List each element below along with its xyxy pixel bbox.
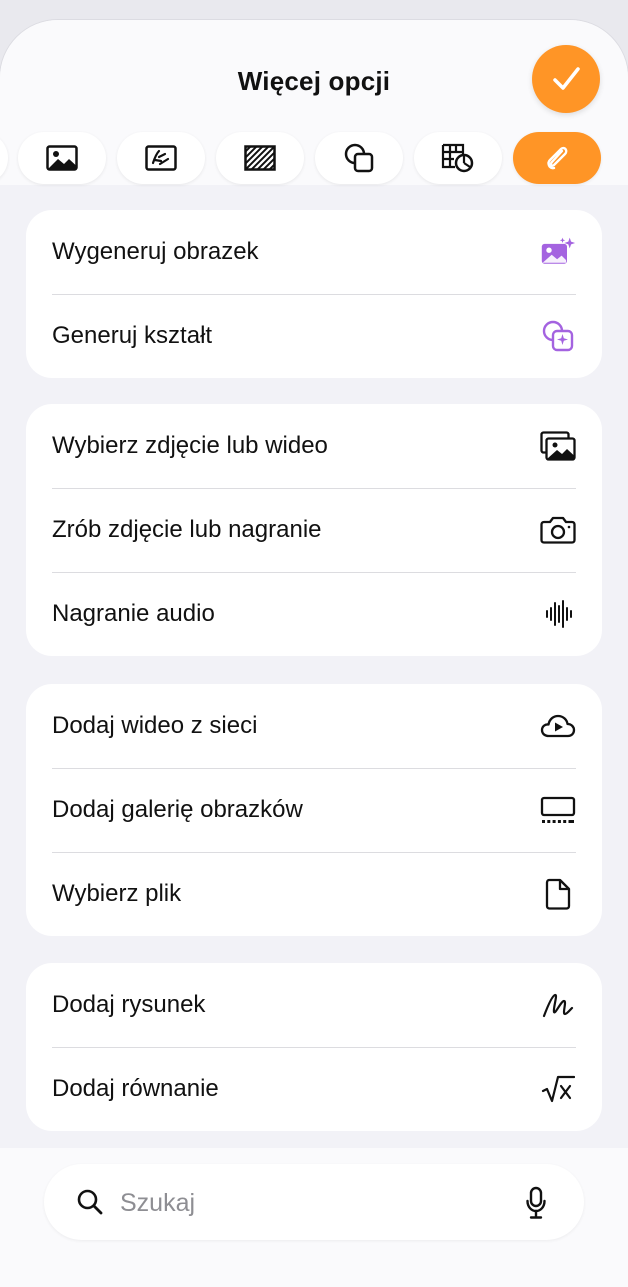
camera-icon [540,512,576,548]
square-root-icon [540,1071,576,1107]
row-label: Dodaj galerię obrazków [52,796,303,823]
row-label: Zrób zdjęcie lub nagranie [52,516,322,543]
row-label: Generuj kształt [52,322,213,349]
document-icon [540,876,576,912]
tab-shapes[interactable] [315,132,403,184]
search-field[interactable] [44,1164,584,1240]
list-item-generate-image[interactable]: Wygeneruj obrazek [26,210,602,294]
row-label: Wybierz plik [52,880,182,907]
hatch-fill-icon [244,145,276,171]
search-input[interactable] [118,1182,502,1224]
list-item-add-drawing[interactable]: Dodaj rysunek [26,963,602,1047]
table-chart-icon [441,143,474,173]
paperclip-icon [547,146,568,170]
tab-media[interactable] [18,132,106,184]
checkmark-icon [553,67,580,90]
scribble-icon [540,987,576,1023]
sheet-header: Więcej opcji [0,20,628,185]
row-label: Wybierz zdjęcie lub wideo [52,432,328,459]
image-sparkle-icon [540,234,576,270]
microphone-icon[interactable] [525,1186,547,1220]
waveform-icon [540,596,576,632]
row-label: Dodaj wideo z sieci [52,712,258,739]
gallery-icon [540,792,576,828]
media-group: Wybierz zdjęcie lub wideo Zrób zdjęcie l… [26,404,602,656]
row-label: Wygeneruj obrazek [52,238,259,265]
search-icon [77,1189,103,1215]
list-item-add-equation[interactable]: Dodaj równanie [26,1047,602,1131]
list-item-generate-shape[interactable]: Generuj kształt [26,294,602,378]
list-item-take-photo-video[interactable]: Zrób zdjęcie lub nagranie [26,488,602,572]
list-item-choose-file[interactable]: Wybierz plik [26,852,602,936]
web-files-group: Dodaj wideo z sieci Dodaj galerię obrazk… [26,684,602,936]
tab-fill[interactable] [216,132,304,184]
list-item-web-video[interactable]: Dodaj wideo z sieci [26,684,602,768]
row-label: Dodaj równanie [52,1075,219,1102]
list-item-image-gallery[interactable]: Dodaj galerię obrazków [26,768,602,852]
more-options-sheet: Więcej opcji Wygeneruj obrazek Generuj k… [0,20,628,1287]
ai-generate-group: Wygeneruj obrazek Generuj kształt [26,210,602,378]
tab-attachments[interactable] [513,132,601,184]
done-button[interactable] [532,45,600,113]
photo-icon [46,145,78,171]
list-item-audio-recording[interactable]: Nagranie audio [26,572,602,656]
search-bar-area [0,1148,628,1287]
tab-drawing[interactable] [117,132,205,184]
drawing-canvas-icon [145,145,177,171]
insert-category-tabs [0,132,628,184]
photo-library-icon [540,428,576,464]
shape-sparkle-icon [540,318,576,354]
list-item-choose-photo-video[interactable]: Wybierz zdjęcie lub wideo [26,404,602,488]
tab-previous[interactable] [0,132,8,184]
shapes-icon [344,143,374,173]
tab-tables-charts[interactable] [414,132,502,184]
row-label: Dodaj rysunek [52,991,206,1018]
row-label: Nagranie audio [52,600,215,627]
cloud-play-icon [540,708,576,744]
drawing-math-group: Dodaj rysunek Dodaj równanie [26,963,602,1131]
